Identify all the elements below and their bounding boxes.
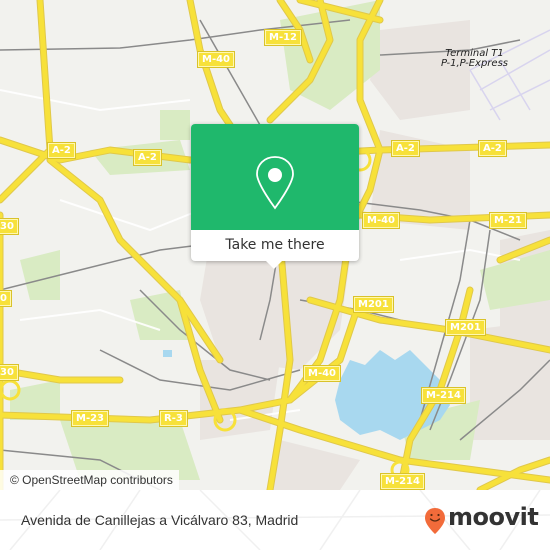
map-view[interactable]: M-40 M-12 A-2 A-2 A-2 A-2 M-40 M-21 30 0… xyxy=(0,0,550,490)
footer: Avenida de Canillejas a Vicálvaro 83, Ma… xyxy=(0,490,550,550)
road-shield-m21: M-21 xyxy=(488,212,528,229)
moovit-pin-icon xyxy=(425,508,445,534)
road-shield-a2: A-2 xyxy=(47,142,76,159)
place-label-line2: P-1,P-Express xyxy=(441,58,508,69)
road-shield-m214: M-214 xyxy=(421,387,466,404)
moovit-wordmark: moovit xyxy=(448,503,539,531)
road-shield-m30: 0 xyxy=(0,290,12,307)
place-label-terminal: Terminal T1 P-1,P-Express xyxy=(441,49,508,69)
road-shield-m12: M-12 xyxy=(263,29,303,46)
location-popup: Take me there xyxy=(191,124,359,269)
road-shield-a2: A-2 xyxy=(478,140,507,157)
road-shield-m40: M-40 xyxy=(361,212,401,229)
road-shield-a2: A-2 xyxy=(391,140,420,157)
road-shield-a2: A-2 xyxy=(133,149,162,166)
address-text: Avenida de Canillejas a Vicálvaro 83, Ma… xyxy=(21,512,299,528)
road-shield-m201: M201 xyxy=(445,319,486,336)
road-shield-m201: M201 xyxy=(353,296,394,313)
road-shield-m214: M-214 xyxy=(380,473,425,490)
map-pin-icon xyxy=(256,156,294,210)
road-shield-r3: R-3 xyxy=(159,410,188,427)
popup-pointer xyxy=(265,260,283,269)
road-shield-m30: 30 xyxy=(0,364,19,381)
road-shield-m30: 30 xyxy=(0,218,19,235)
road-shield-m40: M-40 xyxy=(302,365,342,382)
take-me-there-button[interactable]: Take me there xyxy=(191,230,359,261)
map-attribution[interactable]: © OpenStreetMap contributors xyxy=(0,470,179,490)
popup-header xyxy=(191,124,359,230)
road-shield-m23: M-23 xyxy=(70,410,110,427)
road-shield-m40: M-40 xyxy=(196,51,236,68)
